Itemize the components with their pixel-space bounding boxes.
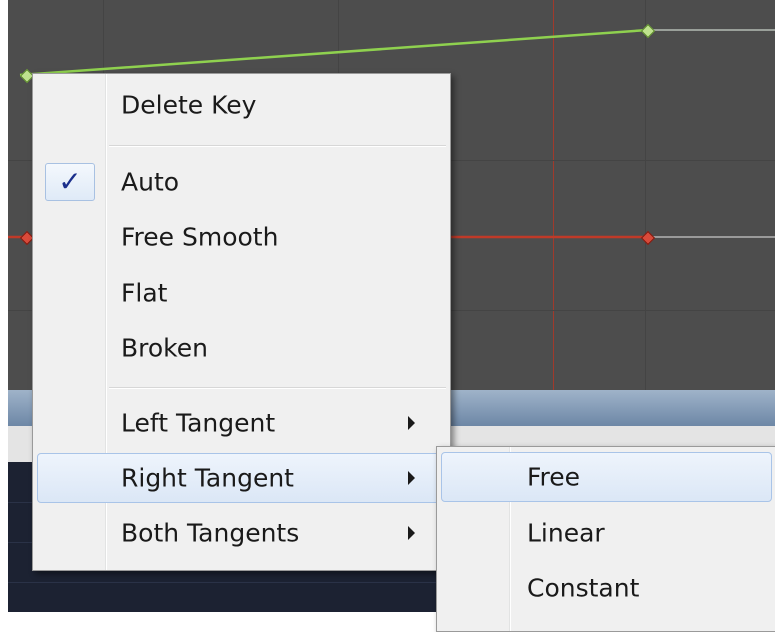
menu-item-label: Right Tangent xyxy=(121,463,294,493)
menu-item-free-smooth[interactable]: Free Smooth xyxy=(37,212,446,262)
menu-item-both-tangents[interactable]: Both Tangents xyxy=(37,508,446,558)
submenu-item-free[interactable]: Free xyxy=(441,452,772,502)
right-tangent-submenu: Free Linear Constant xyxy=(436,446,775,632)
submenu-item-constant[interactable]: Constant xyxy=(441,563,772,613)
menu-item-label: Auto xyxy=(121,167,180,197)
green-curve xyxy=(19,28,649,77)
submenu-arrow-icon xyxy=(408,416,415,430)
menu-item-label: Flat xyxy=(121,278,168,308)
menu-item-label: Left Tangent xyxy=(121,408,276,438)
menu-item-label: Free Smooth xyxy=(121,222,279,252)
check-indicator: ✓ xyxy=(45,163,95,201)
menu-separator xyxy=(109,145,446,147)
keyframe-context-menu: Delete Key ✓ Auto Free Smooth Flat Broke… xyxy=(32,73,451,571)
submenu-item-linear[interactable]: Linear xyxy=(441,508,772,558)
submenu-arrow-icon xyxy=(408,471,415,485)
menu-separator xyxy=(109,387,446,389)
submenu-arrow-icon xyxy=(408,526,415,540)
menu-item-label: Delete Key xyxy=(121,90,257,120)
checkmark-icon: ✓ xyxy=(58,164,82,198)
menu-item-label: Constant xyxy=(527,573,640,603)
menu-item-right-tangent[interactable]: Right Tangent xyxy=(37,453,446,503)
menu-item-broken[interactable]: Broken xyxy=(37,323,446,373)
menu-item-auto[interactable]: ✓ Auto xyxy=(37,157,446,207)
menu-item-flat[interactable]: Flat xyxy=(37,268,446,318)
menu-item-label: Both Tangents xyxy=(121,518,300,548)
menu-item-label: Linear xyxy=(527,518,605,548)
menu-item-label: Free xyxy=(527,462,581,492)
menu-item-delete-key[interactable]: Delete Key xyxy=(37,80,446,130)
menu-item-left-tangent[interactable]: Left Tangent xyxy=(37,398,446,448)
menu-item-label: Broken xyxy=(121,333,208,363)
